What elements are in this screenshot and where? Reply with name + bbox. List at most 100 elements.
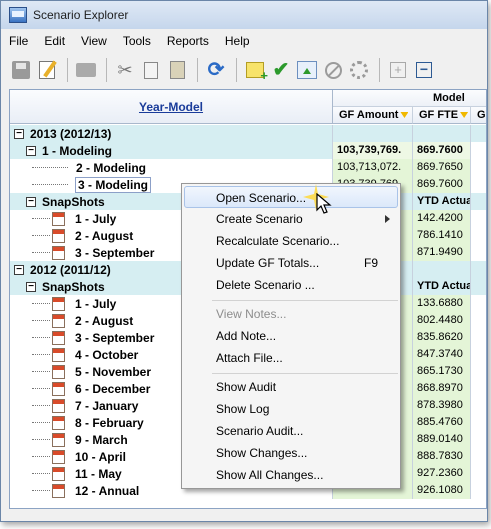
menu-view[interactable]: View [73, 34, 115, 48]
edit-button[interactable] [35, 58, 59, 82]
menu-item-delete-scenario[interactable]: Delete Scenario ... [182, 274, 400, 296]
refresh-icon: ⟳ [207, 59, 225, 81]
menu-item-add-note[interactable]: Add Note... [182, 325, 400, 347]
menu-item-show-audit[interactable]: Show Audit [182, 376, 400, 398]
row-label: 1 - July [75, 211, 117, 226]
calendar-icon [52, 449, 65, 464]
toolbar-separator [236, 58, 237, 82]
menu-tools[interactable]: Tools [115, 34, 159, 48]
menu-reports[interactable]: Reports [159, 34, 217, 48]
fte-cell: 847.3740 [413, 346, 471, 363]
block-icon [324, 61, 342, 79]
scissors-icon: ✂ [117, 60, 133, 80]
tree-row-model[interactable]: − 1 - Modeling 103,739,769. 869.7600 [10, 142, 486, 159]
menu-item-label: Update GF Totals... [216, 256, 320, 270]
printer-icon [76, 63, 96, 77]
amount-cell: 103,713,072. [333, 159, 413, 176]
row-label: 6 - December [75, 381, 151, 396]
menu-edit[interactable]: Edit [36, 34, 73, 48]
menu-item-scenario-audit[interactable]: Scenario Audit... [182, 420, 400, 442]
refresh-button[interactable]: ⟳ [204, 58, 228, 82]
calendar-icon [52, 313, 65, 328]
copy-button[interactable] [139, 58, 163, 82]
menu-item-label: Attach File... [216, 351, 283, 365]
column-header-gf-extra[interactable]: GF [471, 107, 486, 124]
fte-cell [413, 125, 471, 142]
fte-cell: 878.3980 [413, 397, 471, 414]
menu-item-show-all-changes[interactable]: Show All Changes... [182, 464, 400, 486]
up-arrow-icon [297, 61, 317, 79]
row-label: 7 - January [75, 398, 139, 413]
fte-cell: 133.6880 [413, 295, 471, 312]
column-header-year-model[interactable]: Year-Model [10, 90, 333, 124]
calendar-icon [52, 432, 65, 447]
expand-button[interactable]: + [386, 58, 410, 82]
calendar-icon [52, 398, 65, 413]
menu-bar: File Edit View Tools Reports Help [1, 31, 487, 51]
row-label: 2012 (2011/12) [30, 262, 111, 277]
print-button[interactable] [74, 58, 98, 82]
menu-item-attach-file[interactable]: Attach File... [182, 347, 400, 369]
fte-cell: 926.1080 [413, 482, 471, 499]
save-button[interactable] [9, 58, 33, 82]
tree-line [32, 422, 50, 423]
row-label: 5 - November [75, 364, 152, 379]
menu-item-label: Recalculate Scenario... [216, 234, 340, 248]
gear-icon [350, 61, 368, 79]
menu-item-label: Open Scenario... [216, 191, 307, 205]
approve-button[interactable]: ✔ [269, 58, 293, 82]
menu-item-show-changes[interactable]: Show Changes... [182, 442, 400, 464]
calendar-icon [52, 228, 65, 243]
collapse-toggle[interactable]: − [14, 128, 24, 139]
tree-row-year-2013[interactable]: − 2013 (2012/13) [10, 125, 486, 142]
collapse-toggle[interactable]: − [14, 264, 24, 275]
tree-line [32, 439, 50, 440]
tree-line [32, 473, 50, 474]
fte-cell: 835.8620 [413, 329, 471, 346]
filter-icon[interactable] [460, 112, 469, 118]
promote-button[interactable] [295, 58, 319, 82]
fte-cell: 865.1730 [413, 363, 471, 380]
toolbar: ✂ ⟳ ✔ + − [1, 53, 487, 87]
menu-item-update-gf-totals[interactable]: Update GF Totals... F9 [182, 252, 400, 274]
toolbar-separator [379, 58, 380, 82]
calendar-icon [52, 347, 65, 362]
tree-line [32, 167, 68, 168]
menu-separator [212, 300, 398, 301]
collapse-toggle[interactable]: − [26, 145, 36, 156]
block-button[interactable] [321, 58, 345, 82]
filter-icon[interactable] [400, 112, 409, 118]
menu-file[interactable]: File [1, 34, 36, 48]
fte-cell [413, 261, 471, 278]
submenu-arrow-icon [385, 215, 390, 223]
menu-item-recalculate-scenario[interactable]: Recalculate Scenario... [182, 230, 400, 252]
tree-line [32, 490, 50, 491]
add-note-button[interactable] [243, 58, 268, 83]
paste-button[interactable] [165, 58, 189, 82]
add-note-icon [246, 62, 268, 83]
row-label: 2 - Modeling [76, 160, 146, 175]
calendar-icon [52, 483, 65, 498]
collapse-toggle[interactable]: − [26, 281, 36, 292]
menu-item-label: Scenario Audit... [216, 424, 304, 438]
checkmark-icon: ✔ [272, 59, 290, 81]
tree-line [32, 354, 50, 355]
tree-cell: − 2013 (2012/13) [10, 125, 333, 142]
toolbar-separator [197, 58, 198, 82]
collapse-button[interactable]: − [412, 58, 436, 82]
cut-button[interactable]: ✂ [113, 58, 137, 82]
collapse-toggle[interactable]: − [26, 196, 36, 207]
tree-row-model[interactable]: 2 - Modeling 103,713,072. 869.7650 [10, 159, 486, 176]
column-header-gf-fte[interactable]: GF FTE [413, 107, 471, 124]
menu-item-create-scenario[interactable]: Create Scenario [182, 208, 400, 230]
fte-cell: 889.0140 [413, 431, 471, 448]
menu-item-open-scenario[interactable]: Open Scenario... [184, 186, 398, 208]
edit-icon [39, 61, 55, 79]
row-label: 8 - February [75, 415, 144, 430]
toolbar-separator [106, 58, 107, 82]
row-label: SnapShots [42, 194, 105, 209]
settings-button[interactable] [347, 58, 371, 82]
menu-help[interactable]: Help [217, 34, 258, 48]
menu-item-show-log[interactable]: Show Log [182, 398, 400, 420]
column-header-gf-amount[interactable]: GF Amount [333, 107, 413, 124]
